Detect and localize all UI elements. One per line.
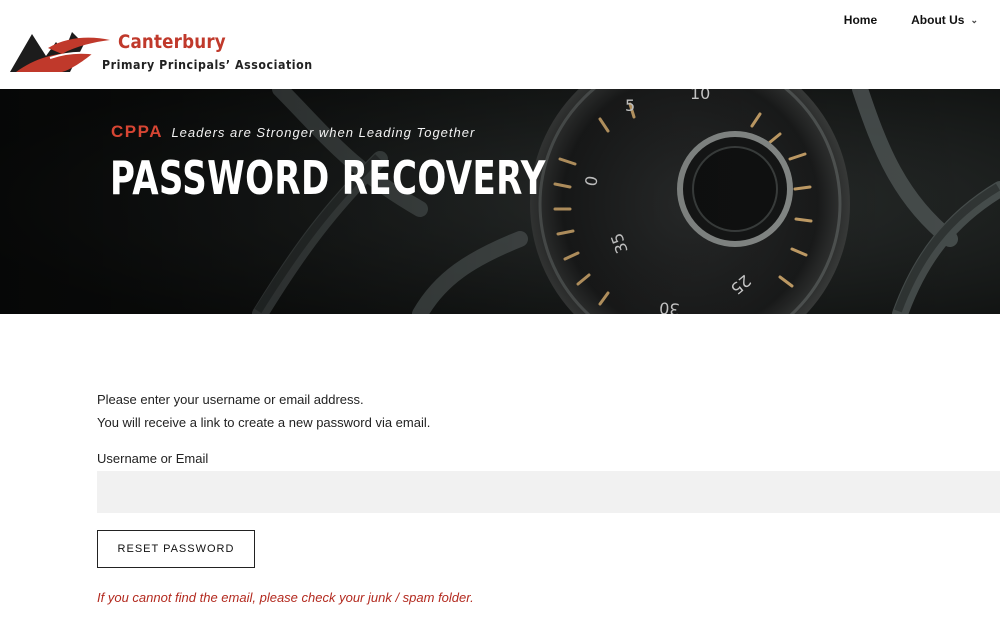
password-recovery-form: Please enter your username or email addr… [97, 388, 1000, 605]
page-title: PASSWORD RECOVERY [110, 151, 546, 205]
main-nav: Home About Us ⌄ [844, 13, 978, 27]
nav-about-us-label: About Us [911, 13, 965, 27]
nav-about-us[interactable]: About Us ⌄ [911, 13, 978, 27]
logo-subtitle: Primary Principals’ Association [102, 58, 313, 72]
mountain-logo-icon [10, 32, 110, 72]
username-email-input[interactable] [97, 471, 1000, 513]
chevron-down-icon: ⌄ [970, 14, 978, 25]
logo-title: Canterbury [118, 31, 226, 53]
hero-tagline: CPPA Leaders are Stronger when Leading T… [111, 122, 475, 142]
hero-slogan: Leaders are Stronger when Leading Togeth… [171, 125, 476, 140]
site-logo[interactable]: Canterbury Primary Principals’ Associati… [10, 28, 312, 76]
hero-brand: CPPA [111, 122, 163, 141]
instruction-line-1: Please enter your username or email addr… [97, 392, 364, 407]
nav-home-label: Home [843, 13, 878, 27]
site-header: Canterbury Primary Principals’ Associati… [0, 0, 1000, 89]
spam-folder-note: If you cannot find the email, please che… [97, 590, 474, 605]
reset-password-button[interactable]: RESET PASSWORD [97, 530, 255, 568]
hero-banner: 0 35 30 25 5 10 CPPA Leaders are Stronge… [0, 89, 1000, 314]
instruction-line-2: You will receive a link to create a new … [97, 415, 431, 430]
username-label: Username or Email [97, 451, 209, 466]
nav-home[interactable]: Home [844, 13, 877, 27]
